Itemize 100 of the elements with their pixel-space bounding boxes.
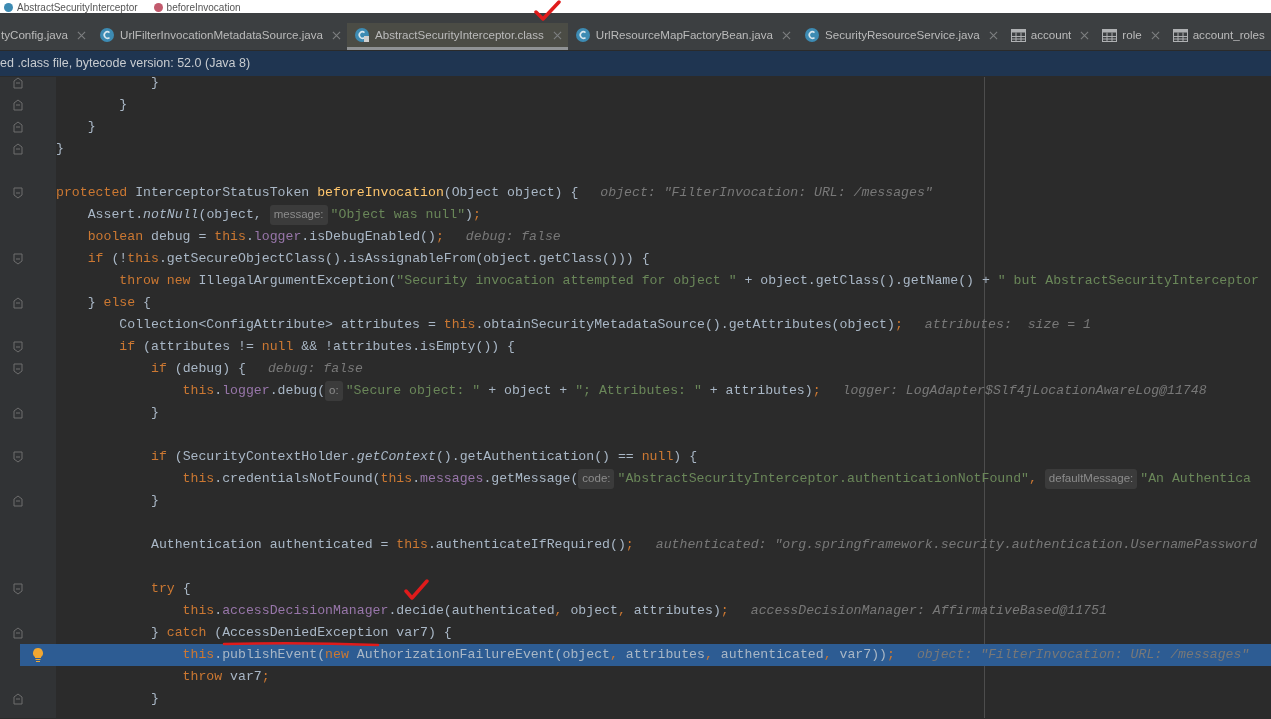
code-token: debug =: [150, 228, 208, 247]
code-token: attributes: [625, 646, 705, 665]
fold-marker-icon[interactable]: [13, 253, 23, 265]
class-icon: [4, 3, 13, 12]
code-token: this: [396, 536, 428, 555]
fold-marker-icon[interactable]: [13, 451, 23, 463]
code-token: }: [149, 492, 159, 511]
code-token: AuthorizationFailureEvent(object: [356, 646, 610, 665]
editor-tab[interactable]: account_roles: [1165, 23, 1271, 50]
fold-marker-icon[interactable]: [13, 627, 23, 639]
lightbulb-icon[interactable]: [32, 647, 44, 663]
code-token: this: [181, 470, 215, 489]
close-icon[interactable]: [77, 30, 87, 40]
close-icon[interactable]: [552, 30, 562, 40]
code-token: if: [149, 448, 168, 467]
code-token: throw: [181, 668, 224, 687]
inline-value: debug: false: [465, 228, 561, 247]
inline-value: object: "FilterInvocation: URL: /messages": [600, 184, 933, 203]
fold-marker-icon[interactable]: [13, 143, 23, 155]
parameter-hint: code:: [578, 469, 615, 489]
code-token: + attributes): [708, 382, 813, 401]
code-token: protected: [56, 184, 129, 203]
breadcrumb-item[interactable]: beforeInvocation: [166, 2, 241, 13]
code-token: " but AbstractSecurityInterceptor: [997, 272, 1259, 291]
close-icon[interactable]: [782, 30, 792, 40]
fold-marker-icon[interactable]: [13, 407, 23, 419]
code-token: Assert.: [86, 206, 144, 225]
parameter-hint: defaultMessage:: [1044, 469, 1138, 489]
code-token: ;: [625, 536, 634, 555]
inline-value: logger: LogAdapter$Slf4jLocationAwareLog@11748: [842, 382, 1207, 401]
editor-tab[interactable]: AbstractSecurityInterceptor.class: [347, 23, 568, 50]
code-token: "An Authentica: [1140, 470, 1252, 489]
parameter-hint: message:: [269, 205, 328, 225]
editor-tab[interactable]: role: [1095, 23, 1166, 50]
code-token: ;: [473, 206, 481, 225]
code-token: null: [261, 338, 295, 357]
editor-tab[interactable]: SecurityResourceService.java: [797, 23, 1004, 50]
fold-marker-icon[interactable]: [13, 121, 23, 133]
code-token: attributes): [633, 602, 721, 621]
close-icon[interactable]: [988, 30, 998, 40]
code-token: + object.getClass().getName() +: [743, 272, 991, 291]
code-token: ,: [554, 602, 564, 621]
class-icon: [99, 27, 116, 43]
code-token: var7: [230, 668, 262, 687]
code-token: new: [325, 646, 350, 665]
code-token: else: [103, 294, 137, 313]
fold-marker-icon[interactable]: [13, 363, 23, 375]
fold-marker-icon[interactable]: [13, 187, 23, 199]
fold-marker-icon[interactable]: [13, 77, 23, 89]
code-token: (debug) {: [174, 360, 246, 379]
code-token: }: [149, 624, 160, 643]
code-token: accessDecisionManager: [222, 602, 389, 621]
code-token: }: [56, 140, 64, 159]
fold-marker-icon[interactable]: [13, 99, 23, 111]
inline-value: accessDecisionManager: AffirmativeBased@11751: [750, 602, 1107, 621]
code-token: }: [86, 118, 96, 137]
table-icon: [1172, 28, 1188, 42]
code-token: (attributes !=: [143, 338, 255, 357]
code-token: Collection<ConfigAttribute> attributes =: [118, 316, 437, 335]
fold-marker-icon[interactable]: [13, 495, 23, 507]
code-token: .debug(: [269, 382, 326, 401]
code-token: {: [143, 294, 151, 313]
fold-marker-icon[interactable]: [13, 583, 23, 595]
code-token: ,: [704, 646, 714, 665]
fold-marker-icon[interactable]: [13, 297, 23, 309]
code-token: messages: [420, 470, 484, 489]
code-token: boolean: [86, 228, 145, 247]
breadcrumb-item[interactable]: AbstractSecurityInterceptor: [17, 2, 138, 13]
code-token: catch: [166, 624, 208, 643]
editor-tab[interactable]: account: [1003, 23, 1096, 50]
fold-marker-icon[interactable]: [13, 341, 23, 353]
code-token: .decide(authenticated: [388, 602, 555, 621]
code-token: if: [149, 360, 168, 379]
code-token: }: [149, 690, 159, 709]
editor-tab[interactable]: UrlFilterInvocationMetadataSource.java: [92, 23, 348, 50]
code-token: .: [245, 228, 254, 247]
code-token: this: [443, 316, 476, 335]
code-token: .: [412, 470, 421, 489]
code-token: object: [570, 602, 618, 621]
code-token: "Secure object: ": [345, 382, 481, 401]
code-token: notNull: [143, 206, 199, 225]
code-token: this: [181, 646, 215, 665]
code-token: {: [182, 580, 191, 599]
code-token: var7)): [839, 646, 887, 665]
method-icon: [153, 3, 163, 12]
fold-marker-icon[interactable]: [13, 693, 23, 705]
code-token: .obtainSecurityMetadataSource().getAttributes(object): [475, 316, 895, 335]
editor-tab[interactable]: tyConfig.java: [0, 23, 93, 50]
close-icon[interactable]: [1080, 30, 1090, 40]
inline-value: object: "FilterInvocation: URL: /messages": [916, 646, 1250, 665]
code-token: this: [127, 250, 159, 269]
close-icon[interactable]: [1150, 30, 1160, 40]
code-token: logger: [222, 382, 270, 401]
code-token: this: [181, 382, 215, 401]
code-token: }: [149, 77, 159, 93]
code-token: if: [118, 338, 137, 357]
code-token: this: [380, 470, 413, 489]
editor-tab[interactable]: UrlResourceMapFactoryBean.java: [567, 23, 798, 50]
close-icon[interactable]: [332, 30, 342, 40]
code-token: null: [641, 448, 674, 467]
